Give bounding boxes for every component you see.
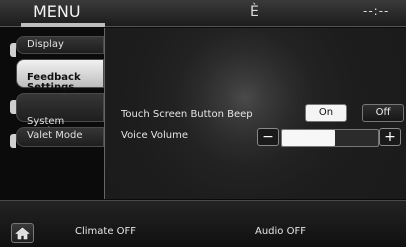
- home-button[interactable]: [11, 223, 34, 243]
- sidebar-item-label: Display: [27, 39, 64, 50]
- home-icon: [15, 227, 30, 239]
- tab-indicator: [10, 100, 16, 114]
- bottom-bar: Climate OFF Audio OFF: [0, 200, 406, 247]
- volume-fill: [282, 130, 335, 146]
- sidebar-item-feedback-settings[interactable]: Feedback Settings: [16, 59, 104, 93]
- voice-volume-label: Voice Volume: [121, 130, 188, 141]
- climate-status[interactable]: Climate OFF: [75, 226, 136, 237]
- status-icon: È: [250, 4, 259, 20]
- top-bar: MENU È --:--: [0, 0, 406, 27]
- volume-slider[interactable]: [281, 129, 379, 147]
- sidebar-item-label: Valet Mode: [27, 130, 83, 141]
- sidebar-item-label: Feedback Settings: [27, 72, 81, 93]
- sidebar-item-system-settings[interactable]: System Settings: [10, 93, 104, 137]
- tab-indicator: [10, 43, 16, 57]
- settings-panel: Touch Screen Button Beep On Off Voice Vo…: [104, 28, 406, 199]
- beep-off-button[interactable]: Off: [362, 104, 404, 122]
- sidebar: Display Feedback Settings System Setting…: [0, 27, 106, 199]
- beep-on-button[interactable]: On: [305, 104, 347, 122]
- volume-decrease-button[interactable]: −: [257, 128, 279, 146]
- sidebar-item-valet-mode[interactable]: Valet Mode: [10, 127, 104, 148]
- volume-increase-button[interactable]: +: [379, 128, 401, 146]
- clock: --:--: [363, 4, 390, 18]
- beep-setting-label: Touch Screen Button Beep: [121, 109, 253, 120]
- tab-indicator: [10, 134, 16, 148]
- sidebar-item-display[interactable]: Display: [10, 36, 104, 57]
- audio-status[interactable]: Audio OFF: [255, 226, 306, 237]
- menu-title: MENU: [33, 2, 81, 21]
